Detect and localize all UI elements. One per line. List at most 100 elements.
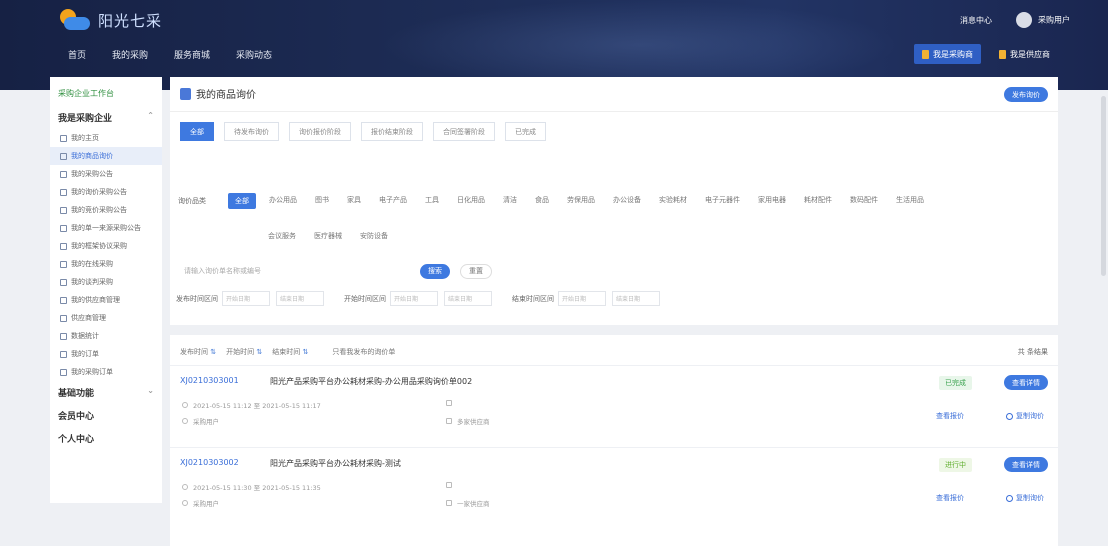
category-chip[interactable]: 会议服务 bbox=[263, 229, 301, 243]
sidebar-group-label: 会员中心 bbox=[58, 412, 95, 422]
status-tabs: 全部 待发布询价 询价报价阶段 报价结束阶段 合同签署阶段 已完成 bbox=[180, 122, 546, 141]
user-icon bbox=[182, 500, 188, 506]
message-center-link[interactable]: 消息中心 bbox=[960, 15, 992, 26]
tab-completed[interactable]: 已完成 bbox=[505, 122, 546, 141]
category-chip[interactable]: 日化用品 bbox=[452, 193, 490, 209]
sidebar-item-my-suppliers[interactable]: 我的供应商管理 bbox=[50, 291, 162, 309]
sort-start-time[interactable]: 开始时间 ⇅ bbox=[226, 347, 262, 357]
chevron-down-icon: ⌄ bbox=[147, 386, 154, 395]
category-chip[interactable]: 电子产品 bbox=[374, 193, 412, 209]
new-inquiry-button[interactable]: 发布询价 bbox=[1004, 87, 1048, 102]
sidebar-item-supplier-mgmt[interactable]: 供应商管理 bbox=[50, 309, 162, 327]
status-badge: 已完成 bbox=[939, 376, 972, 390]
category-chip[interactable]: 电子元器件 bbox=[700, 193, 745, 209]
supplier-icon bbox=[999, 49, 1006, 59]
supplier-role-label: 我是供应商 bbox=[1010, 49, 1050, 59]
category-chip[interactable]: 办公设备 bbox=[608, 193, 646, 209]
category-chip[interactable]: 全部 bbox=[228, 193, 256, 209]
category-chip[interactable]: 家具 bbox=[342, 193, 366, 209]
tab-quote-ended[interactable]: 报价结束阶段 bbox=[361, 122, 423, 141]
nav-item-purchase[interactable]: 我的采购 bbox=[112, 48, 148, 61]
nav-item-news[interactable]: 采购动态 bbox=[236, 48, 272, 61]
tab-all[interactable]: 全部 bbox=[180, 122, 214, 141]
category-chip[interactable]: 工具 bbox=[420, 193, 444, 209]
category-chip[interactable]: 生活用品 bbox=[891, 193, 929, 209]
category-chip[interactable]: 办公用品 bbox=[264, 193, 302, 209]
tab-quoting[interactable]: 询价报价阶段 bbox=[289, 122, 351, 141]
sidebar-item-online[interactable]: 我的在线采购 bbox=[50, 255, 162, 273]
sidebar-item-purchase-orders[interactable]: 我的采购订单 bbox=[50, 363, 162, 381]
sidebar-item-orders[interactable]: 我的订单 bbox=[50, 345, 162, 363]
sidebar-item-home[interactable]: 我的主页 bbox=[50, 129, 162, 147]
end-date-input[interactable]: 结束日期 bbox=[612, 291, 660, 306]
user-icon bbox=[446, 500, 452, 506]
sidebar-item-inquiry-notice[interactable]: 我的询价采购公告 bbox=[50, 183, 162, 201]
sidebar-item-label: 我的单一来源采购公告 bbox=[71, 224, 141, 232]
sidebar-group-member[interactable]: 会员中心 bbox=[50, 404, 162, 427]
divider bbox=[170, 111, 1058, 112]
sidebar-item-inquiry[interactable]: 我的商品询价 bbox=[50, 147, 162, 165]
category-chip[interactable]: 食品 bbox=[530, 193, 554, 209]
list-icon bbox=[60, 152, 67, 160]
buyer-role-button[interactable]: 我是采购商 bbox=[914, 44, 981, 64]
category-chip[interactable]: 清洁 bbox=[498, 193, 522, 209]
end-date-input[interactable]: 结束日期 bbox=[444, 291, 492, 306]
sidebar-group-label: 基础功能 bbox=[58, 389, 95, 399]
category-chip[interactable]: 数码配件 bbox=[845, 193, 883, 209]
nav-item-home[interactable]: 首页 bbox=[68, 48, 86, 61]
clock-icon bbox=[182, 402, 188, 408]
sidebar: 采购企业工作台 我是采购企业 ⌃ 我的主页 我的商品询价 我的采购公告 我的询价采… bbox=[50, 77, 162, 503]
filter-panel: 我的商品询价 发布询价 全部 待发布询价 询价报价阶段 报价结束阶段 合同签署阶… bbox=[170, 77, 1058, 325]
view-quote-link[interactable]: 查看报价 bbox=[936, 493, 964, 503]
search-input[interactable]: 请输入询价单名称或编号 bbox=[180, 263, 410, 279]
only-mine-checkbox[interactable]: 只看我发布的询价单 bbox=[332, 347, 395, 357]
category-chip[interactable]: 实验耗材 bbox=[654, 193, 692, 209]
view-quote-link[interactable]: 查看报价 bbox=[936, 411, 964, 421]
sun-cloud-icon bbox=[58, 9, 92, 31]
start-date-input[interactable]: 开始日期 bbox=[222, 291, 270, 306]
category-chip[interactable]: 安防设备 bbox=[355, 229, 393, 243]
category-chip[interactable]: 耗材配件 bbox=[799, 193, 837, 209]
end-date-input[interactable]: 结束日期 bbox=[276, 291, 324, 306]
tab-contract[interactable]: 合同签署阶段 bbox=[433, 122, 495, 141]
supplier-role-button[interactable]: 我是供应商 bbox=[991, 44, 1058, 64]
sidebar-group-personal[interactable]: 个人中心 bbox=[50, 427, 162, 450]
inquiry-code[interactable]: XJ0210303001 bbox=[180, 376, 239, 385]
view-detail-button[interactable]: 查看详情 bbox=[1004, 457, 1048, 472]
page-scrollbar[interactable] bbox=[1101, 96, 1106, 276]
copy-inquiry-link[interactable]: 复制询价 bbox=[1006, 493, 1044, 503]
inquiry-card: XJ0210303002 阳光产品采购平台办公耗材采购-测试 进行中 查看详情 … bbox=[170, 447, 1058, 527]
sidebar-group-buyer[interactable]: 我是采购企业 ⌃ bbox=[50, 106, 162, 129]
brand-logo[interactable]: 阳光七采 bbox=[58, 9, 162, 31]
tab-pending[interactable]: 待发布询价 bbox=[224, 122, 279, 141]
time-range-row: 2021-05-15 11:30 至 2021-05-15 11:35 bbox=[182, 482, 321, 492]
inquiry-code[interactable]: XJ0210303002 bbox=[180, 458, 239, 467]
category-chip[interactable]: 家用电器 bbox=[753, 193, 791, 209]
sidebar-item-label: 我的在线采购 bbox=[71, 260, 113, 268]
shopping-bag-icon bbox=[180, 87, 191, 100]
sidebar-item-negotiation[interactable]: 我的谈判采购 bbox=[50, 273, 162, 291]
sidebar-group-basic[interactable]: 基础功能 ⌄ bbox=[50, 381, 162, 404]
sort-publish-time[interactable]: 发布时间 ⇅ bbox=[180, 347, 216, 357]
sidebar-item-single-source[interactable]: 我的单一来源采购公告 bbox=[50, 219, 162, 237]
reset-button[interactable]: 重置 bbox=[460, 263, 492, 279]
sidebar-item-bidding-notice[interactable]: 我的竞价采购公告 bbox=[50, 201, 162, 219]
sidebar-item-framework[interactable]: 我的框架协议采购 bbox=[50, 237, 162, 255]
range-label: 开始时间区间 bbox=[344, 294, 386, 303]
user-menu[interactable]: 采购用户 bbox=[1016, 12, 1070, 28]
category-chip[interactable]: 图书 bbox=[310, 193, 334, 209]
sort-end-time[interactable]: 结束时间 ⇅ bbox=[272, 347, 308, 357]
start-date-input[interactable]: 开始日期 bbox=[390, 291, 438, 306]
sidebar-item-label: 我的询价采购公告 bbox=[71, 188, 127, 196]
view-detail-button[interactable]: 查看详情 bbox=[1004, 375, 1048, 390]
category-chip[interactable]: 劳保用品 bbox=[562, 193, 600, 209]
sidebar-item-stats[interactable]: 数据统计 bbox=[50, 327, 162, 345]
start-date-input[interactable]: 开始日期 bbox=[558, 291, 606, 306]
user-name: 采购用户 bbox=[1038, 15, 1070, 25]
copy-inquiry-link[interactable]: 复制询价 bbox=[1006, 411, 1044, 421]
category-chip[interactable]: 医疗器械 bbox=[309, 229, 347, 243]
sidebar-item-notice[interactable]: 我的采购公告 bbox=[50, 165, 162, 183]
nav-item-mall[interactable]: 服务商城 bbox=[174, 48, 210, 61]
search-button[interactable]: 搜索 bbox=[420, 263, 450, 279]
sort-label: 结束时间 bbox=[272, 348, 301, 356]
